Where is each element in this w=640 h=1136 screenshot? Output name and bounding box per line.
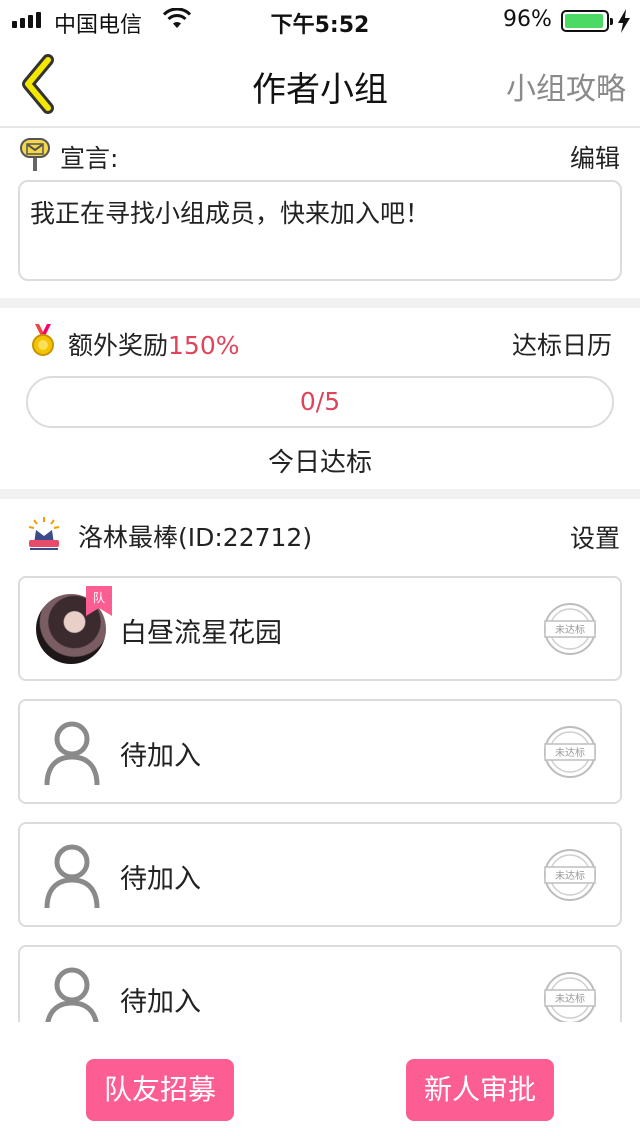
member-name: 待加入 bbox=[120, 864, 201, 895]
nav-divider bbox=[0, 126, 640, 128]
member-card[interactable]: 队 白昼流星花园 未达标 bbox=[18, 576, 622, 681]
goal-calendar-link[interactable]: 达标日历 bbox=[512, 326, 612, 362]
person-placeholder-icon bbox=[44, 844, 100, 909]
charging-bolt-icon bbox=[618, 9, 630, 33]
battery-percent: 96% bbox=[503, 7, 552, 32]
member-card[interactable]: 待加入 未达标 bbox=[18, 822, 622, 927]
member-name: 白昼流星花园 bbox=[120, 618, 282, 649]
team-badge-icon: 队 bbox=[86, 586, 112, 616]
nav-bar: 作者小组 小组攻略 bbox=[0, 40, 640, 126]
crown-badge-icon bbox=[28, 517, 60, 550]
new-member-approval-button[interactable]: 新人审批 bbox=[406, 1059, 554, 1121]
member-name: 待加入 bbox=[120, 987, 201, 1018]
section-divider bbox=[0, 298, 640, 308]
team-badge-label: 队 bbox=[93, 590, 105, 605]
section-divider bbox=[0, 489, 640, 499]
stamp-label: 未达标 bbox=[555, 747, 585, 759]
member-card[interactable]: 待加入 未达标 bbox=[18, 699, 622, 804]
person-placeholder-icon bbox=[44, 721, 100, 786]
group-name: 洛林最棒(ID:22712) bbox=[78, 523, 313, 552]
edit-declaration-button[interactable]: 编辑 bbox=[570, 139, 620, 175]
not-reached-stamp: 未达标 bbox=[544, 726, 596, 778]
not-reached-stamp: 未达标 bbox=[544, 603, 596, 655]
stamp-label: 未达标 bbox=[555, 993, 585, 1005]
extra-reward-label: 额外奖励150% bbox=[68, 331, 240, 360]
group-guide-link[interactable]: 小组攻略 bbox=[506, 64, 626, 108]
daily-progress-bar: 0/5 bbox=[26, 376, 614, 428]
group-settings-button[interactable]: 设置 bbox=[570, 519, 620, 555]
medal-icon bbox=[32, 324, 54, 356]
stamp-label: 未达标 bbox=[555, 624, 585, 636]
battery-icon bbox=[561, 10, 613, 32]
battery-fill bbox=[565, 14, 604, 28]
member-name: 待加入 bbox=[120, 741, 201, 772]
mailbox-icon bbox=[20, 138, 50, 171]
today-goal-caption: 今日达标 bbox=[267, 448, 372, 478]
status-bar: 中国电信 下午5:52 96% bbox=[0, 0, 640, 40]
reward-percent: 150% bbox=[168, 331, 240, 360]
stamp-label: 未达标 bbox=[555, 870, 585, 882]
not-reached-stamp: 未达标 bbox=[544, 972, 596, 1024]
declaration-textbox[interactable]: 我正在寻找小组成员，快来加入吧！ bbox=[18, 180, 622, 281]
recruit-teammates-button[interactable]: 队友招募 bbox=[86, 1059, 234, 1121]
declaration-label: 宣言: bbox=[60, 144, 119, 173]
progress-count: 0/5 bbox=[299, 387, 341, 416]
not-reached-stamp: 未达标 bbox=[544, 849, 596, 901]
